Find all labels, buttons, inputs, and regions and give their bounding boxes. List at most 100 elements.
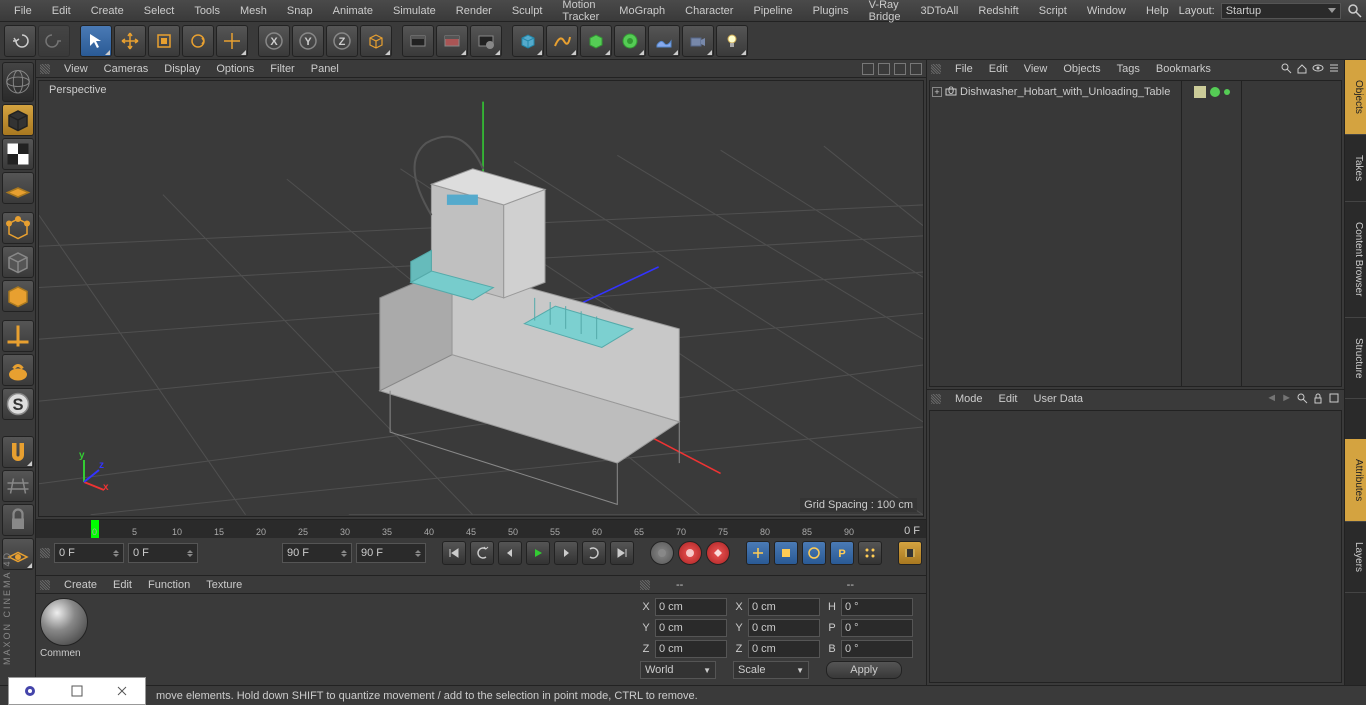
menu-edit[interactable]: Edit xyxy=(42,5,81,17)
pos-y-field[interactable]: 0 cm xyxy=(655,619,727,637)
expand-icon[interactable]: + xyxy=(932,87,942,97)
menu-tools[interactable]: Tools xyxy=(184,5,230,17)
deformer-button[interactable] xyxy=(614,25,646,57)
key-param-button[interactable]: P xyxy=(830,541,854,565)
menu-pipeline[interactable]: Pipeline xyxy=(743,5,802,17)
obj-menu-tags[interactable]: Tags xyxy=(1109,63,1148,75)
goto-start-button[interactable] xyxy=(442,541,466,565)
polygon-mode-button[interactable] xyxy=(2,280,34,312)
lock-workplane-button[interactable] xyxy=(2,504,34,536)
redo-button[interactable] xyxy=(38,25,70,57)
prev-frame-button[interactable] xyxy=(498,541,522,565)
last-tool[interactable] xyxy=(216,25,248,57)
environment-button[interactable] xyxy=(648,25,680,57)
next-key-button[interactable] xyxy=(582,541,606,565)
goto-end-button[interactable] xyxy=(610,541,634,565)
obj-menu-objects[interactable]: Objects xyxy=(1055,63,1108,75)
tab-attributes[interactable]: Attributes xyxy=(1345,439,1366,522)
axis-mode-button[interactable] xyxy=(2,320,34,352)
world-dropdown[interactable]: World▼ xyxy=(640,661,716,679)
record-button[interactable] xyxy=(650,541,674,565)
x-axis-button[interactable]: X xyxy=(258,25,290,57)
layout-dropdown[interactable]: Startup xyxy=(1221,3,1341,19)
app-icon[interactable] xyxy=(21,682,43,700)
model-mode-button[interactable] xyxy=(2,104,34,136)
workplane-button[interactable] xyxy=(2,172,34,204)
eye-icon[interactable] xyxy=(1312,62,1324,77)
nav-back-icon[interactable]: ◄ xyxy=(1266,392,1277,407)
rot-p-field[interactable]: 0 ° xyxy=(841,619,913,637)
grip-icon[interactable] xyxy=(931,64,941,74)
coord-system-button[interactable] xyxy=(360,25,392,57)
rotate-tool[interactable] xyxy=(182,25,214,57)
list-icon[interactable] xyxy=(1328,62,1340,77)
layer-color-icon[interactable] xyxy=(1194,86,1206,98)
menu-animate[interactable]: Animate xyxy=(323,5,383,17)
apply-button[interactable]: Apply xyxy=(826,661,902,679)
autokey-button[interactable] xyxy=(678,541,702,565)
obj-menu-file[interactable]: File xyxy=(947,63,981,75)
tab-structure[interactable]: Structure xyxy=(1345,318,1366,400)
spline-button[interactable] xyxy=(546,25,578,57)
generator-button[interactable] xyxy=(580,25,612,57)
scale-tool[interactable] xyxy=(148,25,180,57)
menu-sculpt[interactable]: Sculpt xyxy=(502,5,553,17)
obj-menu-bookmarks[interactable]: Bookmarks xyxy=(1148,63,1219,75)
menu-mograph[interactable]: MoGraph xyxy=(609,5,675,17)
size-y-field[interactable]: 0 cm xyxy=(748,619,820,637)
material-item[interactable]: Commen xyxy=(40,598,92,659)
mat-menu-texture[interactable]: Texture xyxy=(198,579,250,591)
snap-button[interactable]: S xyxy=(2,388,34,420)
attr-menu-mode[interactable]: Mode xyxy=(947,393,991,405)
viewport-solo-button[interactable] xyxy=(2,354,34,386)
visibility-dot-icon[interactable] xyxy=(1210,87,1220,97)
mat-menu-function[interactable]: Function xyxy=(140,579,198,591)
mat-menu-edit[interactable]: Edit xyxy=(105,579,140,591)
vp-maximize-icon[interactable] xyxy=(910,63,922,75)
rot-h-field[interactable]: 0 ° xyxy=(841,598,913,616)
obj-menu-view[interactable]: View xyxy=(1016,63,1056,75)
play-button[interactable] xyxy=(526,541,550,565)
grip-icon[interactable] xyxy=(40,64,50,74)
camera-button[interactable] xyxy=(682,25,714,57)
animation-mode-button[interactable] xyxy=(898,541,922,565)
close-icon[interactable] xyxy=(111,682,133,700)
menu-file[interactable]: File xyxy=(4,5,42,17)
prev-key-button[interactable] xyxy=(470,541,494,565)
vp-menu-view[interactable]: View xyxy=(56,63,96,75)
attr-menu-userdata[interactable]: User Data xyxy=(1026,393,1092,405)
vp-nav-icon[interactable] xyxy=(894,63,906,75)
new-window-icon[interactable] xyxy=(1328,392,1340,407)
home-icon[interactable] xyxy=(1296,62,1308,77)
key-scale-button[interactable] xyxy=(774,541,798,565)
move-tool[interactable] xyxy=(114,25,146,57)
magnet-button[interactable] xyxy=(2,436,34,468)
tab-objects[interactable]: Objects xyxy=(1345,60,1366,135)
object-tree-item[interactable]: + 0 Dishwasher_Hobart_with_Unloading_Tab… xyxy=(932,83,1179,101)
tab-layers[interactable]: Layers xyxy=(1345,522,1366,593)
frame-start-field[interactable]: 0 F xyxy=(54,543,124,563)
point-mode-button[interactable] xyxy=(2,212,34,244)
y-axis-button[interactable]: Y xyxy=(292,25,324,57)
search-icon[interactable] xyxy=(1280,62,1292,77)
menu-character[interactable]: Character xyxy=(675,5,743,17)
menu-3dtoall[interactable]: 3DToAll xyxy=(910,5,968,17)
z-axis-button[interactable]: Z xyxy=(326,25,358,57)
grip-icon[interactable] xyxy=(40,548,50,558)
render-settings-button[interactable] xyxy=(470,25,502,57)
edge-mode-button[interactable] xyxy=(2,246,34,278)
vp-menu-options[interactable]: Options xyxy=(208,63,262,75)
nav-fwd-icon[interactable]: ► xyxy=(1281,392,1292,407)
attr-menu-edit[interactable]: Edit xyxy=(991,393,1026,405)
key-pos-button[interactable] xyxy=(746,541,770,565)
undo-button[interactable] xyxy=(4,25,36,57)
vp-menu-filter[interactable]: Filter xyxy=(262,63,302,75)
tab-takes[interactable]: Takes xyxy=(1345,135,1366,202)
menu-simulate[interactable]: Simulate xyxy=(383,5,446,17)
rot-b-field[interactable]: 0 ° xyxy=(841,640,913,658)
pos-x-field[interactable]: 0 cm xyxy=(655,598,727,616)
keyframe-button[interactable] xyxy=(706,541,730,565)
lock-icon[interactable] xyxy=(1312,392,1324,407)
grip-icon[interactable] xyxy=(640,580,650,590)
light-button[interactable] xyxy=(716,25,748,57)
